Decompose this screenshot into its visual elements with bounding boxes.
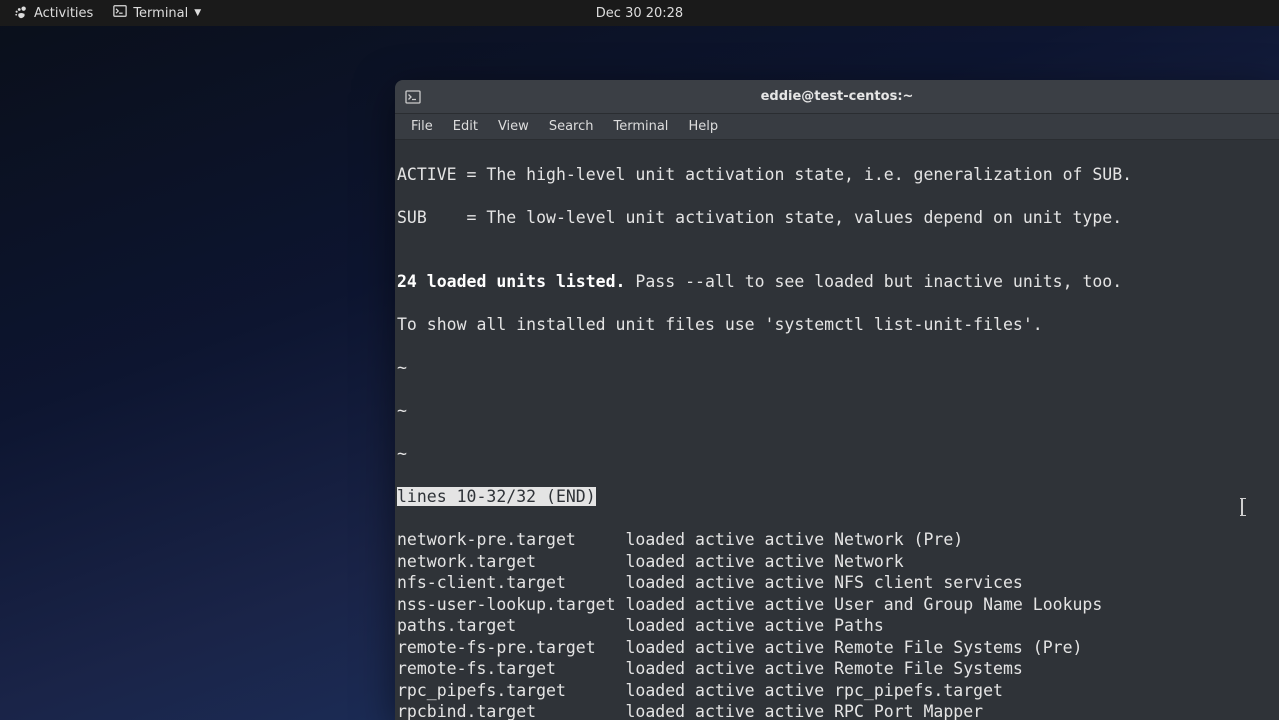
term-line: ~ <box>397 443 1277 465</box>
unit-line: paths.target loaded active active Paths <box>397 615 1277 637</box>
menu-terminal[interactable]: Terminal <box>603 116 678 137</box>
unit-line: network-pre.target loaded active active … <box>397 529 1277 551</box>
app-menu-button[interactable]: Terminal ▼ <box>105 0 209 26</box>
term-line: ~ <box>397 357 1277 379</box>
unit-line: nss-user-lookup.target loaded active act… <box>397 594 1277 616</box>
activities-label: Activities <box>34 6 93 21</box>
gnome-topbar: Activities Terminal ▼ Dec 30 20:28 <box>0 0 1279 26</box>
pager-status-text: lines 10-32/32 (END) <box>397 487 596 506</box>
menubar: File Edit View Search Terminal Help <box>395 114 1279 140</box>
unit-line: network.target loaded active active Netw… <box>397 551 1277 573</box>
text-cursor-icon <box>1241 498 1243 516</box>
chevron-down-icon: ▼ <box>194 8 201 18</box>
term-line: ~ <box>397 400 1277 422</box>
menu-edit[interactable]: Edit <box>443 116 488 137</box>
term-line: 24 loaded units listed. Pass --all to se… <box>397 271 1277 293</box>
gnome-foot-icon <box>14 6 28 20</box>
menu-view[interactable]: View <box>488 116 539 137</box>
activities-button[interactable]: Activities <box>6 2 101 25</box>
term-line: To show all installed unit files use 'sy… <box>397 314 1277 336</box>
menu-help[interactable]: Help <box>678 116 728 137</box>
unit-line: remote-fs.target loaded active active Re… <box>397 658 1277 680</box>
terminal-content[interactable]: ACTIVE = The high-level unit activation … <box>395 140 1279 720</box>
term-line: SUB = The low-level unit activation stat… <box>397 207 1277 229</box>
terminal-app-icon <box>113 4 127 22</box>
window-titlebar[interactable]: eddie@test-centos:~ <box>395 80 1279 114</box>
term-line: ACTIVE = The high-level unit activation … <box>397 164 1277 186</box>
terminal-window-icon <box>405 89 421 105</box>
unit-line: nfs-client.target loaded active active N… <box>397 572 1277 594</box>
pager-status: lines 10-32/32 (END) <box>397 486 1277 508</box>
unit-line: rpcbind.target loaded active active RPC … <box>397 701 1277 720</box>
app-menu-label: Terminal <box>133 6 188 21</box>
term-text: Pass --all to see loaded but inactive un… <box>625 272 1122 291</box>
menu-search[interactable]: Search <box>539 116 604 137</box>
terminal-window: eddie@test-centos:~ File Edit View Searc… <box>395 80 1279 720</box>
window-title: eddie@test-centos:~ <box>761 89 914 104</box>
unit-line: rpc_pipefs.target loaded active active r… <box>397 680 1277 702</box>
term-bold-text: 24 loaded units listed. <box>397 272 625 291</box>
clock[interactable]: Dec 30 20:28 <box>596 6 683 21</box>
unit-line: remote-fs-pre.target loaded active activ… <box>397 637 1277 659</box>
topbar-left: Activities Terminal ▼ <box>0 0 209 26</box>
menu-file[interactable]: File <box>401 116 443 137</box>
